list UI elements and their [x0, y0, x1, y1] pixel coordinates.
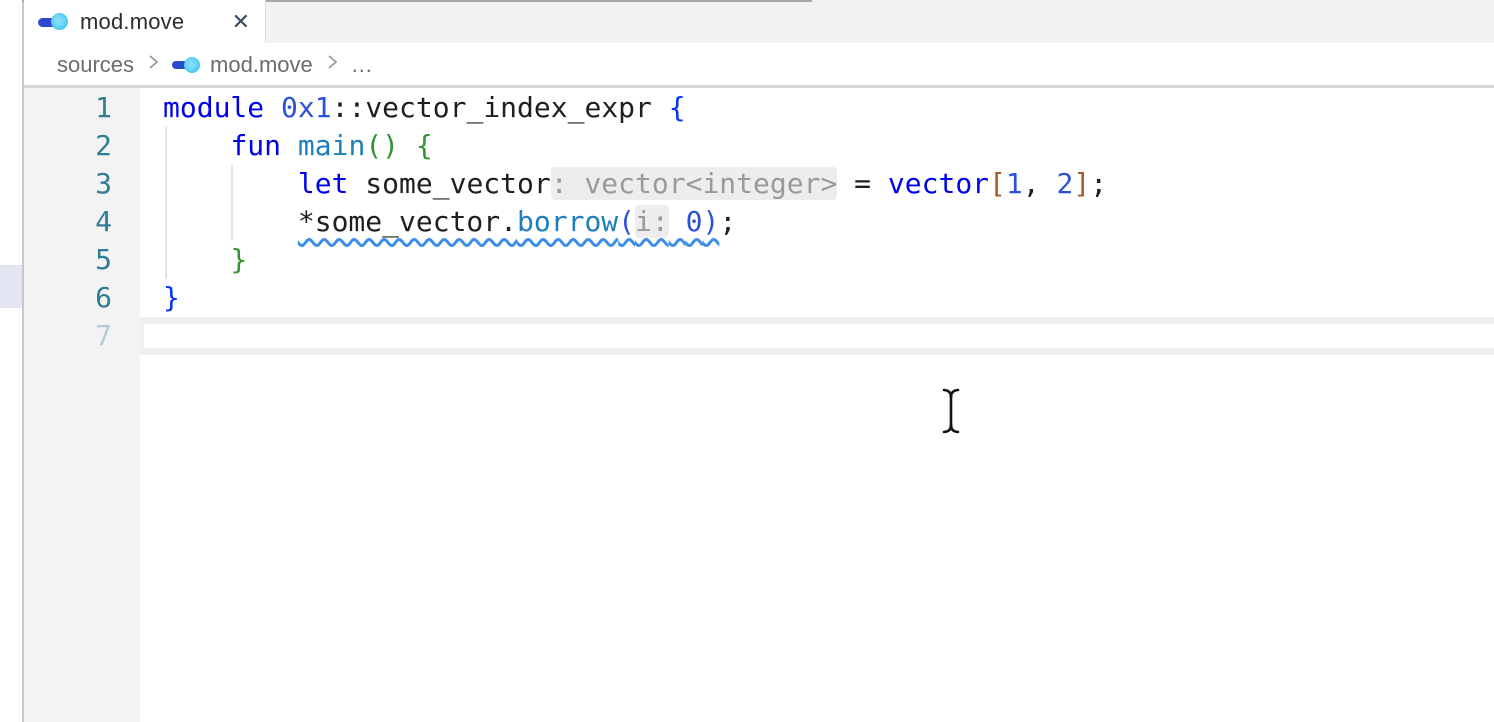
code-token: , — [1023, 167, 1057, 200]
code-token: some_vector — [365, 167, 550, 200]
line-number[interactable]: 3 — [24, 165, 112, 203]
line-number[interactable]: 2 — [24, 127, 112, 165]
code-line[interactable] — [140, 317, 1494, 355]
line-number[interactable]: 5 — [24, 241, 112, 279]
code-line[interactable]: module 0x1::vector_index_expr { — [140, 89, 1494, 127]
code-line[interactable]: *some_vector.borrow(i: 0); — [140, 203, 1494, 241]
code-token — [281, 129, 298, 162]
code-token: } — [230, 243, 247, 276]
code-token — [163, 205, 298, 238]
code-token: borrow — [517, 205, 618, 238]
code-token: () — [365, 129, 399, 162]
code-token: ) — [702, 205, 719, 238]
line-number[interactable]: 4 — [24, 203, 112, 241]
breadcrumb-file-label: mod.move — [210, 52, 313, 78]
code-token — [652, 91, 669, 124]
code-token: { — [416, 129, 433, 162]
code-token: } — [163, 281, 180, 314]
code-token: ; — [719, 205, 736, 238]
editor-gutter: 1234567 — [24, 89, 112, 355]
code-token: ; — [1090, 167, 1107, 200]
code-area[interactable]: module 0x1::vector_index_expr { fun main… — [140, 89, 1494, 355]
code-token: ] — [1073, 167, 1090, 200]
code-token: vector_index_expr — [365, 91, 652, 124]
code-token — [163, 129, 230, 162]
diagnostic-squiggle: *some_vector.borrow(i: 0) — [298, 205, 719, 238]
i-beam-cursor — [938, 386, 964, 441]
code-token: 0x1 — [281, 91, 332, 124]
breadcrumb-item-sources[interactable]: sources — [57, 52, 134, 78]
code-line[interactable]: } — [140, 279, 1494, 317]
breadcrumb-item-ellipsis[interactable]: … — [351, 52, 373, 78]
breadcrumb-bottom-border — [24, 85, 1494, 88]
code-token — [348, 167, 365, 200]
code-token: 0 — [686, 205, 703, 238]
code-line[interactable]: } — [140, 241, 1494, 279]
tab-label: mod.move — [80, 9, 184, 35]
code-token: *some_vector. — [298, 205, 517, 238]
code-token: :: — [332, 91, 366, 124]
breadcrumb: sources mod.move … — [57, 44, 373, 85]
code-token — [669, 205, 686, 238]
left-strip — [0, 0, 22, 722]
line-number[interactable]: 6 — [24, 279, 112, 317]
code-line[interactable]: let some_vector: vector<integer> = vecto… — [140, 165, 1494, 203]
chevron-right-icon — [146, 51, 160, 79]
code-token: 2 — [1056, 167, 1073, 200]
tab-bar — [266, 0, 1494, 43]
code-line[interactable]: fun main() { — [140, 127, 1494, 165]
code-token: let — [298, 167, 349, 200]
code-token: main — [298, 129, 365, 162]
code-token — [163, 243, 230, 276]
code-token: fun — [230, 129, 281, 162]
code-token — [399, 129, 416, 162]
code-token — [163, 167, 298, 200]
inlay-hint: i: — [635, 205, 669, 238]
breadcrumb-item-file[interactable]: mod.move — [172, 52, 313, 78]
code-token: ( — [618, 205, 635, 238]
code-token: 1 — [1006, 167, 1023, 200]
code-token: = — [837, 167, 888, 200]
chevron-right-icon — [325, 51, 339, 79]
tab-border — [265, 0, 266, 43]
tab-close-button[interactable]: ✕ — [232, 11, 250, 33]
move-file-icon — [172, 57, 200, 73]
left-edge-decoration — [0, 265, 22, 308]
line-number[interactable]: 1 — [24, 89, 112, 127]
vscode-editor-window: mod.move ✕ sources mod.move … 1234567 mo… — [0, 0, 1494, 722]
code-token: vector — [888, 167, 989, 200]
inlay-hint: : vector<integer> — [551, 167, 838, 200]
code-token: { — [669, 91, 686, 124]
tab-mod-move[interactable]: mod.move ✕ — [24, 0, 266, 44]
line-number[interactable]: 7 — [24, 317, 112, 355]
code-token: module — [163, 91, 264, 124]
code-token: [ — [989, 167, 1006, 200]
move-file-icon — [38, 13, 68, 31]
code-token — [264, 91, 281, 124]
